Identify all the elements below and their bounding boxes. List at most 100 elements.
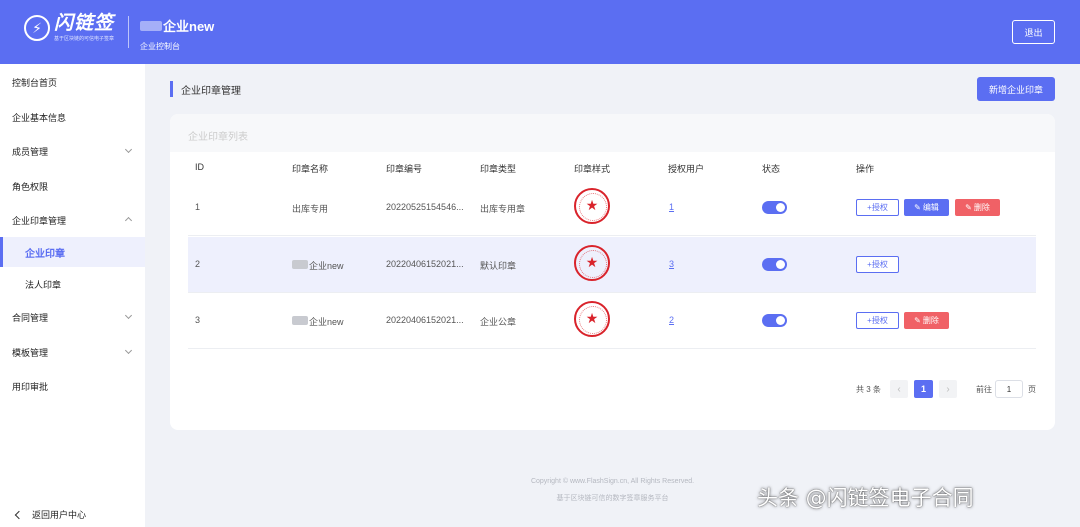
logo-name: 闪链签 [54, 13, 115, 34]
chevron-down-icon [124, 311, 133, 320]
company-info: 企业new 企业控制台 [140, 16, 214, 52]
logo[interactable]: ⚡ 闪链签 基于区块链的可信电子签章 [24, 14, 114, 42]
footer-tagline: 基于区块链可信的数字签章服务平台 [556, 495, 669, 502]
company-console-label: 企业控制台 [140, 42, 180, 51]
edit-label: 编辑 [922, 203, 939, 212]
cell-seal-code: 20220406152021... [386, 259, 464, 269]
cell-id: 3 [195, 315, 201, 325]
page-unit-label: 页 [1028, 385, 1036, 394]
cell-seal-code: 20220406152021... [386, 315, 464, 325]
sidebar-item-label: 企业基本信息 [12, 112, 67, 123]
column-header: 印章类型 [480, 164, 517, 174]
redacted-text [292, 260, 308, 269]
delete-button[interactable]: ✎ 删除 [955, 199, 1000, 216]
edit-icon: ✎ [914, 203, 921, 212]
delete-icon: ✎ [965, 203, 972, 212]
page-number-current[interactable]: 1 [914, 380, 933, 398]
column-header: 印章名称 [292, 164, 329, 174]
page-title: 企业印章管理 [181, 85, 241, 97]
table-row: 1 出库专用 20220525154546... 出库专用章 ★ 1 +授权 ✎… [188, 180, 1036, 236]
delete-label: 删除 [973, 203, 990, 212]
sidebar-item-company-seal[interactable]: 企业印章 [0, 237, 145, 267]
seal-list-card: 企业印章列表 ID 印章名称 印章编号 印章类型 印章样式 授权用户 状态 操作… [170, 114, 1055, 430]
chevron-left-icon [14, 510, 24, 519]
column-header: 印章样式 [574, 164, 611, 174]
sidebar-item-approval[interactable]: 用印审批 [0, 371, 145, 401]
table-row: 3 企业new 20220406152021... 企业公章 ★ 2 +授权 ✎… [188, 293, 1036, 349]
authorize-button[interactable]: +授权 [856, 256, 899, 273]
column-header: ID [195, 162, 204, 172]
sidebar-item-label: 合同管理 [12, 312, 49, 323]
sidebar-item-templates[interactable]: 模板管理 [0, 337, 145, 367]
next-page-button[interactable]: › [939, 380, 957, 398]
logo-tagline: 基于区块链的可信电子签章 [54, 36, 115, 42]
card-title: 企业印章列表 [170, 114, 1055, 152]
prev-page-button[interactable]: ‹ [890, 380, 908, 398]
company-name: 企业new [163, 19, 215, 34]
sidebar-item-label: 角色权限 [12, 181, 49, 192]
authorized-users-link[interactable]: 1 [669, 202, 674, 212]
sidebar-item-legal-seal[interactable]: 法人印章 [0, 269, 145, 299]
back-label: 返回用户中心 [32, 510, 87, 520]
watermark-text: 头条 @闪链签电子合同 [757, 486, 974, 510]
header-divider [128, 16, 129, 48]
pagination-total: 共 3 条 [856, 385, 881, 394]
edit-button[interactable]: ✎ 编辑 [904, 199, 949, 216]
cell-id: 2 [195, 259, 201, 269]
table-header: ID 印章名称 印章编号 印章类型 印章样式 授权用户 状态 操作 [188, 154, 1036, 180]
sidebar-item-label: 成员管理 [12, 146, 49, 157]
sidebar-item-contracts[interactable]: 合同管理 [0, 302, 145, 332]
column-header: 授权用户 [668, 164, 705, 174]
sidebar-item-seal-management[interactable]: 企业印章管理 [0, 205, 145, 235]
sidebar-item-dashboard[interactable]: 控制台首页 [0, 67, 145, 97]
sidebar-item-roles[interactable]: 角色权限 [0, 171, 145, 201]
seal-stamp-image: ★ [574, 188, 610, 224]
sidebar-item-label: 法人印章 [25, 279, 62, 290]
footer-copyright: Copyright © www.FlashSign.cn, All Rights… [530, 478, 695, 485]
table-row: 2 企业new 20220406152021... 默认印章 ★ 3 +授权 [188, 237, 1036, 293]
cell-seal-type: 企业公章 [480, 317, 517, 327]
delete-button[interactable]: ✎ 删除 [904, 312, 949, 329]
title-accent-bar [170, 81, 173, 97]
cell-seal-name: 企业new [292, 315, 344, 328]
cell-id: 1 [195, 202, 201, 212]
logout-button[interactable]: 退出 [1012, 20, 1055, 44]
sidebar-item-label: 控制台首页 [12, 77, 58, 88]
cell-seal-type: 出库专用章 [480, 204, 526, 214]
authorized-users-link[interactable]: 2 [669, 315, 674, 325]
cell-seal-name: 企业new [292, 259, 344, 272]
sidebar: 控制台首页 企业基本信息 成员管理 角色权限 企业印章管理 企业印章 法人印章 … [0, 64, 145, 527]
redacted-text [292, 316, 308, 325]
back-to-user-center[interactable]: 返回用户中心 [14, 508, 87, 521]
authorized-users-link[interactable]: 3 [669, 259, 674, 269]
column-header: 操作 [856, 164, 875, 174]
sidebar-item-label: 企业印章管理 [12, 215, 67, 226]
seal-stamp-image: ★ [574, 301, 610, 337]
cell-seal-code: 20220525154546... [386, 202, 464, 212]
top-header: ⚡ 闪链签 基于区块链的可信电子签章 企业new 企业控制台 退出 [0, 0, 1080, 64]
column-header: 印章编号 [386, 164, 423, 174]
page-jump-input[interactable] [995, 380, 1023, 398]
cell-seal-name: 出库专用 [292, 204, 329, 214]
chevron-up-icon [124, 216, 133, 225]
add-seal-button[interactable]: 新增企业印章 [977, 77, 1055, 101]
authorize-button[interactable]: +授权 [856, 199, 899, 216]
column-header: 状态 [762, 164, 781, 174]
cell-seal-type: 默认印章 [480, 261, 517, 271]
sidebar-item-label: 模板管理 [12, 347, 49, 358]
status-toggle[interactable] [762, 258, 787, 271]
status-toggle[interactable] [762, 201, 787, 214]
authorize-button[interactable]: +授权 [856, 312, 899, 329]
page-header: 企业印章管理 [170, 80, 241, 98]
sidebar-item-company-info[interactable]: 企业基本信息 [0, 102, 145, 132]
sidebar-item-label: 企业印章 [25, 248, 65, 260]
chevron-down-icon [124, 145, 133, 154]
status-toggle[interactable] [762, 314, 787, 327]
goto-label: 前往 [976, 385, 992, 394]
chevron-down-icon [124, 346, 133, 355]
seal-stamp-image: ★ [574, 245, 610, 281]
lightning-icon: ⚡ [24, 15, 50, 41]
sidebar-item-members[interactable]: 成员管理 [0, 136, 145, 166]
delete-icon: ✎ [914, 316, 921, 325]
sidebar-item-label: 用印审批 [12, 381, 49, 392]
